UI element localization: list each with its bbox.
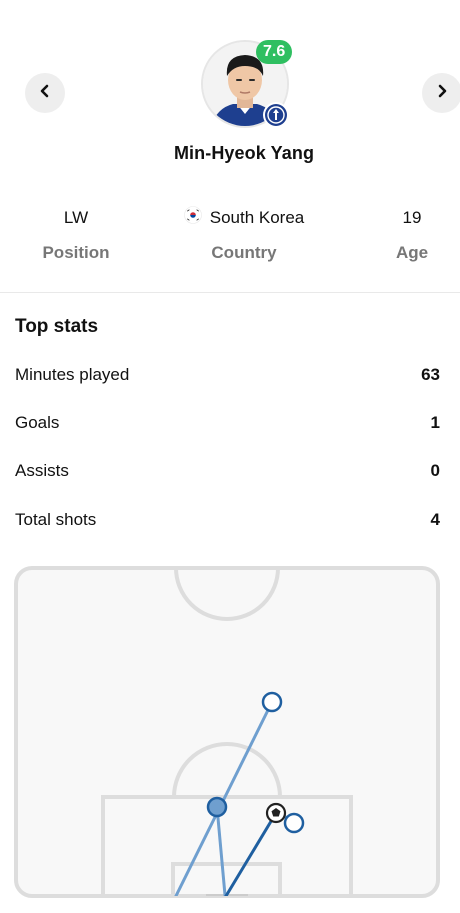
position-value: LW (63, 208, 89, 227)
country-value-row: South Korea (160, 205, 328, 231)
position-info: LW Position (30, 206, 122, 263)
player-name: Min-Hyeok Yang (173, 143, 315, 163)
club-crest-icon (263, 102, 289, 128)
player-avatar-group[interactable]: 7.6 (201, 40, 293, 128)
stat-value: 4 (430, 510, 440, 529)
age-label: Age (395, 243, 429, 262)
shot-map[interactable] (14, 566, 440, 898)
stat-row-assists: Assists 0 (15, 461, 440, 481)
shot-map-pitch (14, 566, 440, 898)
shot-marker (283, 812, 305, 834)
country-info: South Korea Country (160, 205, 328, 263)
section-divider (0, 292, 460, 293)
country-value: South Korea (209, 208, 305, 227)
goal-ball-icon (265, 802, 287, 824)
shot-marker (261, 691, 283, 713)
stat-value: 63 (421, 365, 440, 384)
stat-value: 0 (430, 461, 440, 480)
stat-label: Total shots (15, 510, 97, 529)
next-player-button[interactable] (422, 73, 460, 113)
stat-label: Assists (15, 461, 69, 480)
stat-row-total-shots: Total shots 4 (15, 510, 440, 530)
previous-player-button[interactable] (25, 73, 65, 113)
chevron-left-icon (38, 84, 52, 103)
age-info: 19 Age (372, 206, 452, 263)
country-label: Country (211, 243, 277, 262)
chevron-right-icon (435, 84, 449, 103)
south-korea-flag-icon (183, 205, 202, 231)
age-value: 19 (402, 208, 422, 227)
stat-label: Goals (15, 413, 60, 432)
stat-row-minutes: Minutes played 63 (15, 365, 440, 385)
stat-label: Minutes played (15, 365, 130, 384)
shot-marker (206, 796, 228, 818)
position-label: Position (42, 243, 110, 262)
player-rating-badge: 7.6 (256, 40, 293, 64)
top-stats-title: Top stats (15, 316, 99, 337)
stat-value: 1 (430, 413, 440, 432)
stat-row-goals: Goals 1 (15, 413, 440, 433)
